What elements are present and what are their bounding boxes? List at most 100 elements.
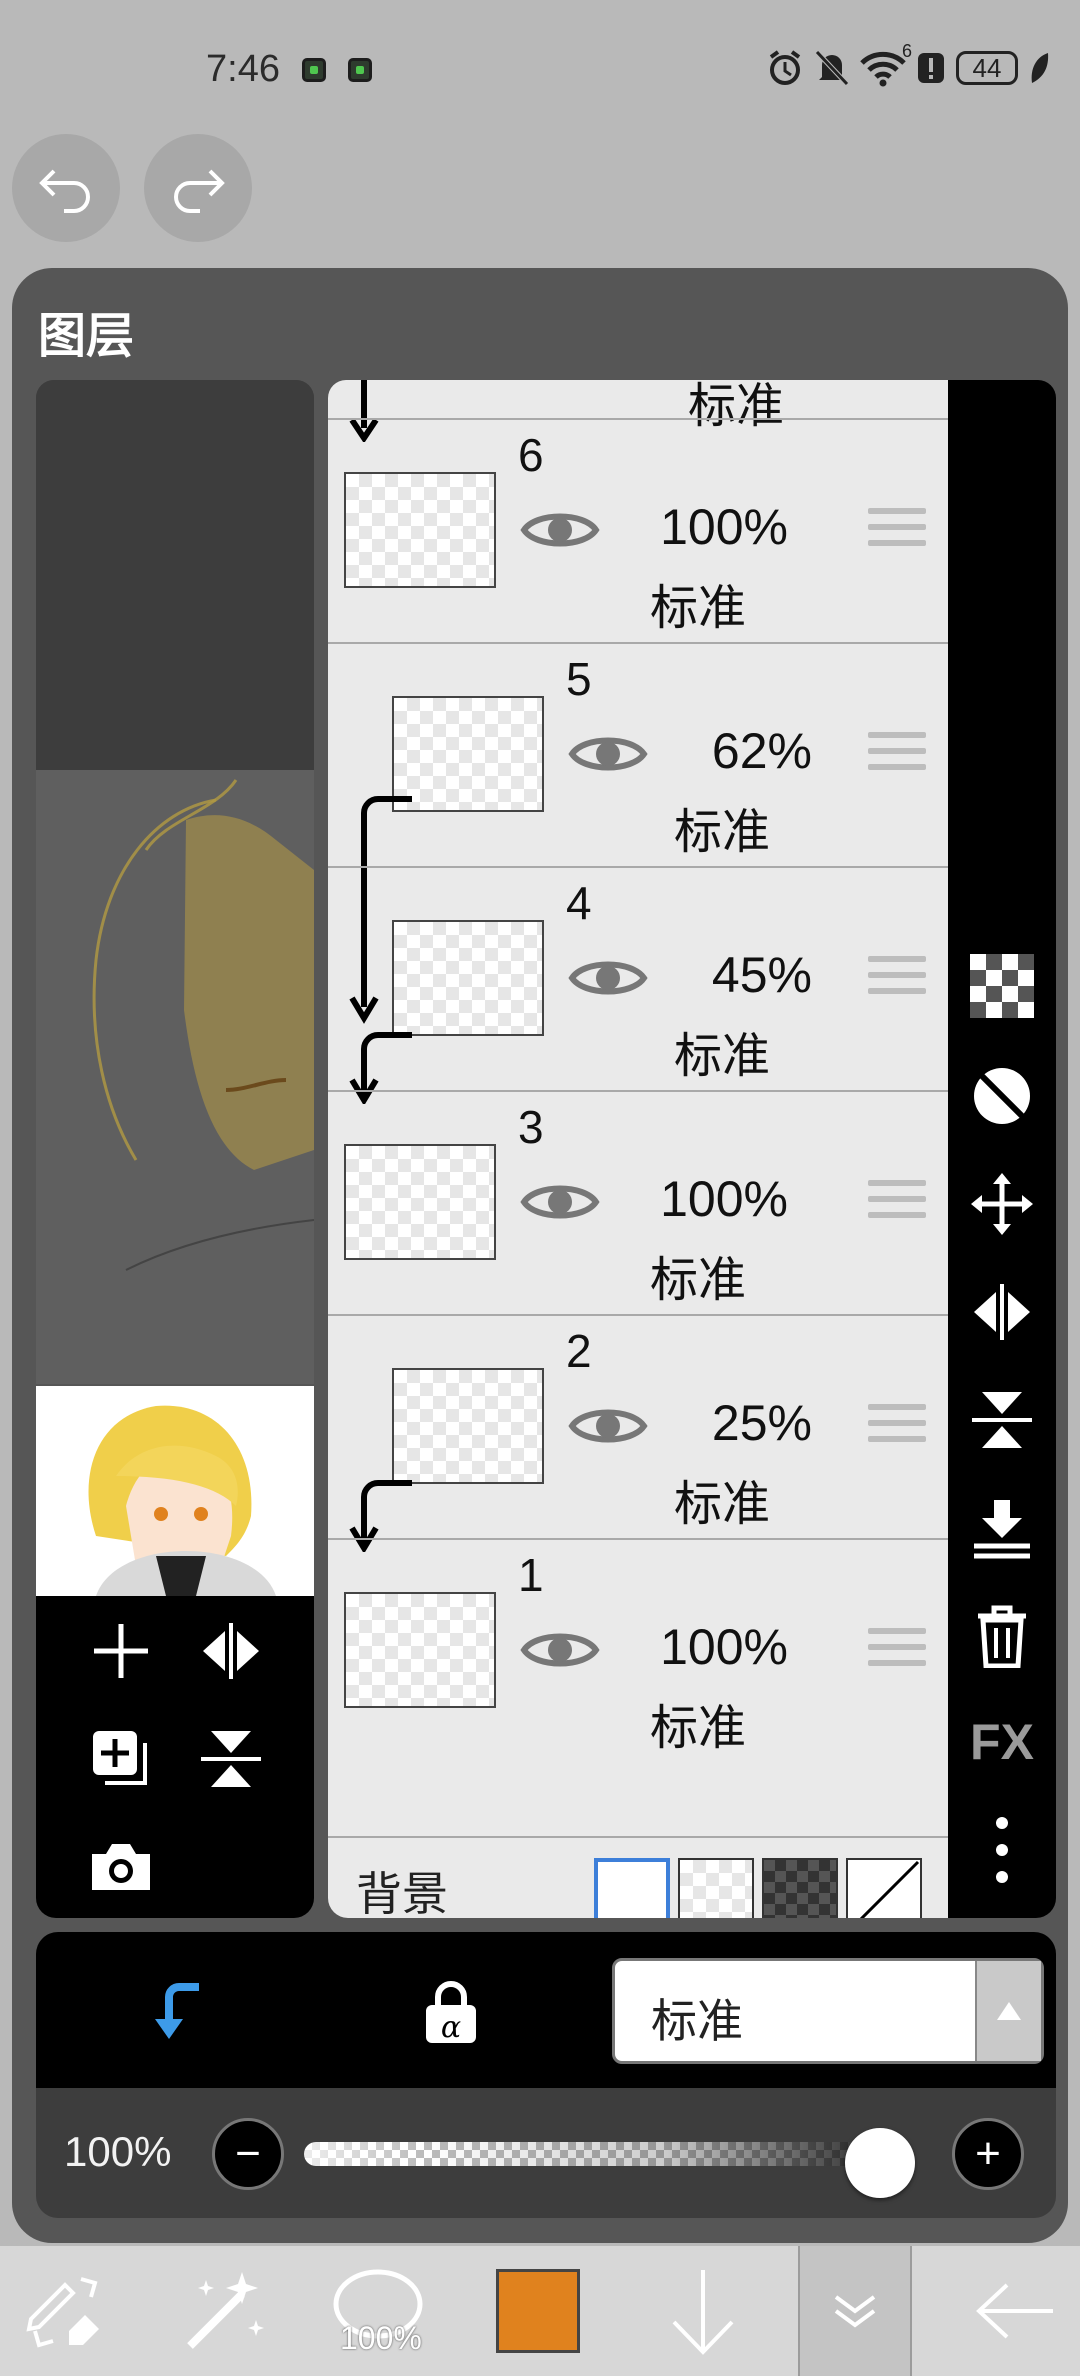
layer-row[interactable]: 6 100% 标准 [328, 418, 948, 642]
add-layer-button[interactable] [76, 1606, 166, 1696]
double-chevron-down-icon [834, 2295, 876, 2328]
eye-icon[interactable] [568, 728, 648, 780]
layer-row[interactable]: 3 100% 标准 [328, 1090, 948, 1314]
flip-vertical-icon [201, 1731, 261, 1787]
layer-blend-mode: 标准 [673, 806, 770, 859]
layer-tools: FX [948, 380, 1056, 1918]
layer-thumbnail [392, 1368, 544, 1484]
blend-mode-value: 标准 [651, 1995, 743, 2047]
notification-icon [302, 58, 326, 82]
brush-size-button[interactable]: 100% [318, 2246, 438, 2376]
layer-row[interactable]: 2 25% 标准 [328, 1314, 948, 1538]
layer-thumbnail [392, 696, 544, 812]
layer-blend-mode: 标准 [649, 1254, 746, 1307]
layer-down-button[interactable] [648, 2246, 758, 2376]
toolbar-divider [910, 2246, 912, 2376]
canvas-preview[interactable] [36, 380, 314, 1384]
opacity-minus-button[interactable]: − [212, 2118, 284, 2190]
drag-handle-icon[interactable] [868, 732, 926, 778]
layer-blend-mode: 标准 [673, 1478, 770, 1531]
layer-row[interactable]: 标准 [328, 380, 948, 433]
clipping-arrow-icon [155, 1983, 199, 2039]
back-button[interactable] [960, 2246, 1070, 2376]
layer-opacity: 45% [711, 947, 812, 1003]
eye-icon[interactable] [568, 1400, 648, 1452]
layer-thumbnail [344, 1592, 496, 1708]
battery-indicator: 44 [956, 51, 1018, 85]
signal-badge: 6 [901, 41, 912, 61]
bottom-toolbar: 100% [0, 2246, 1080, 2376]
checker-icon [970, 954, 1034, 1018]
layer-row[interactable]: 5 62% 标准 [328, 642, 948, 866]
circle-half-icon [974, 1068, 1030, 1124]
layer-blend-mode: 标准 [673, 1030, 770, 1083]
duplicate-icon [93, 1731, 147, 1785]
dropdown-arrow-icon[interactable] [975, 1961, 1041, 2061]
layer-number: 6 [518, 429, 544, 481]
background-none-swatch[interactable] [846, 1858, 922, 1918]
notification-icon [348, 58, 372, 82]
layer-row[interactable]: 1 100% 标准 [328, 1538, 948, 1762]
panel-title: 图层 [38, 310, 135, 363]
layer-opacity: 100% [660, 1619, 788, 1675]
eye-icon[interactable] [520, 1176, 600, 1228]
tool-switch-button[interactable] [12, 2246, 122, 2376]
alpha-lock-button[interactable]: α [406, 1968, 496, 2058]
undo-button[interactable] [12, 134, 120, 242]
drag-handle-icon[interactable] [868, 956, 926, 1002]
collapse-panel-button[interactable] [800, 2246, 910, 2376]
drag-handle-icon[interactable] [868, 1180, 926, 1226]
eye-icon[interactable] [568, 952, 648, 1004]
move-icon [971, 1173, 1033, 1235]
background-white-swatch[interactable] [594, 1858, 670, 1918]
status-icons: 6 44 [766, 41, 1050, 88]
artwork-sketch [36, 380, 314, 1384]
layer-number: 4 [566, 877, 592, 929]
layer-number: 2 [566, 1325, 592, 1377]
mask-button[interactable] [962, 1056, 1042, 1136]
redo-button[interactable] [144, 134, 252, 242]
trash-icon [978, 1605, 1026, 1668]
flip-layer-vertical-button[interactable] [962, 1380, 1042, 1460]
clipping-button[interactable] [132, 1968, 222, 2058]
merge-down-icon [974, 1500, 1030, 1559]
drag-handle-icon[interactable] [868, 1628, 926, 1674]
magic-wand-button[interactable] [170, 2246, 280, 2376]
eye-icon[interactable] [520, 504, 600, 556]
flip-canvas-horizontal-button[interactable] [186, 1606, 276, 1696]
flip-canvas-vertical-button[interactable] [186, 1714, 276, 1804]
fx-button[interactable]: FX [962, 1702, 1042, 1782]
opacity-slider[interactable] [304, 2142, 904, 2166]
more-options-button[interactable] [962, 1810, 1042, 1890]
current-color-swatch [496, 2269, 580, 2353]
background-row: 背景 [328, 1836, 948, 1918]
leaf-icon [1031, 53, 1049, 83]
layers-panel: 图层 标准 6 100% 标准 5 62% 标准 4 45% 标准 3 100%… [12, 268, 1068, 2243]
merge-down-button[interactable] [962, 1488, 1042, 1568]
blend-mode-select[interactable]: 标准 [612, 1958, 1044, 2064]
opacity-bar: 100% − + [36, 2088, 1056, 2218]
layer-opacity: 62% [711, 723, 812, 779]
eye-icon[interactable] [520, 1624, 600, 1676]
add-layer-copy-button[interactable] [76, 1714, 166, 1804]
delete-layer-button[interactable] [962, 1596, 1042, 1676]
camera-button[interactable] [76, 1822, 166, 1912]
transparency-button[interactable] [962, 946, 1042, 1026]
magic-wand-icon [187, 2272, 264, 2349]
fx-label: FX [970, 1714, 1034, 1770]
opacity-plus-button[interactable]: + [952, 2118, 1024, 2190]
layer-thumbnail [392, 920, 544, 1036]
flip-layer-horizontal-button[interactable] [962, 1272, 1042, 1352]
brush-size-value: 100% [340, 2320, 422, 2356]
move-button[interactable] [962, 1164, 1042, 1244]
opacity-slider-knob[interactable] [845, 2128, 915, 2198]
layer-row[interactable]: 4 45% 标准 [328, 866, 948, 1090]
layer-list[interactable]: 标准 6 100% 标准 5 62% 标准 4 45% 标准 3 100% 标准… [328, 380, 948, 1918]
layer-thumbnail [344, 1144, 496, 1260]
background-transparent-swatch[interactable] [678, 1858, 754, 1918]
color-button[interactable] [490, 2246, 586, 2376]
blend-mode-bar: α 标准 [36, 1932, 1056, 2088]
drag-handle-icon[interactable] [868, 508, 926, 554]
background-dark-checker-swatch[interactable] [762, 1858, 838, 1918]
drag-handle-icon[interactable] [868, 1404, 926, 1450]
